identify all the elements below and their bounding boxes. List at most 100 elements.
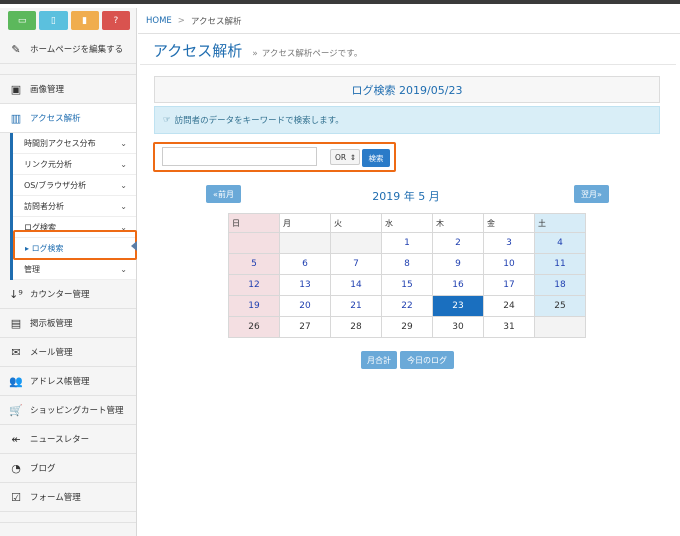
- hand-pointer-icon: ☞: [163, 115, 171, 125]
- calendar-day[interactable]: 19: [228, 295, 280, 317]
- sidebar-item-access[interactable]: ▥ アクセス解析: [0, 104, 136, 133]
- month-total-button[interactable]: 月合計: [361, 351, 397, 369]
- submenu-item-log-search[interactable]: ログ検索 ⌄: [13, 217, 136, 238]
- calendar-day[interactable]: 16: [432, 274, 484, 296]
- submenu-item-referrer[interactable]: リンク元分析 ⌄: [13, 154, 136, 175]
- calendar-week-row: 19 20 21 22 23 24 25: [228, 295, 586, 317]
- sidebar-item-cart[interactable]: 🛒 ショッピングカート管理: [0, 396, 136, 425]
- sidebar-item-image[interactable]: ▣ 画像管理: [0, 75, 136, 104]
- calendar-day[interactable]: 21: [330, 295, 382, 317]
- calendar-day[interactable]: 7: [330, 253, 382, 275]
- calendar-day[interactable]: 22: [381, 295, 433, 317]
- calendar-day[interactable]: 18: [534, 274, 586, 296]
- mobile-icon[interactable]: ▮: [70, 11, 99, 30]
- app-window: ▭ ▯ ▮ ? ✎ ホームページを編集する ▣ 画像管理 ▥ アクセス解析 時間…: [0, 0, 680, 536]
- keyword-search-input[interactable]: [162, 147, 317, 166]
- weekday-header: 金: [483, 213, 535, 233]
- calendar-empty-cell: [279, 232, 331, 254]
- calendar-day[interactable]: 13: [279, 274, 331, 296]
- calendar-day[interactable]: 3: [483, 232, 535, 254]
- breadcrumb-home-link[interactable]: HOME: [146, 16, 172, 26]
- bar-chart-icon: ▥: [10, 111, 22, 125]
- operator-select[interactable]: OR ⇕: [330, 149, 360, 165]
- calendar-day[interactable]: 17: [483, 274, 535, 296]
- sidebar-item-label: 画像管理: [30, 85, 65, 95]
- calendar-day[interactable]: 11: [534, 253, 586, 275]
- calendar-day[interactable]: 4: [534, 232, 586, 254]
- laptop-icon[interactable]: ▭: [8, 11, 37, 30]
- calendar-day: 24: [483, 295, 535, 317]
- weekday-header: 木: [432, 213, 484, 233]
- submenu-item-manage[interactable]: 管理 ⌄: [13, 259, 136, 280]
- today-log-button[interactable]: 今日のログ: [400, 351, 454, 369]
- edit-icon: ✎: [11, 42, 21, 56]
- reply-all-icon: ↞: [11, 432, 21, 446]
- calendar-day[interactable]: 14: [330, 274, 382, 296]
- submenu-label: ログ検索: [24, 222, 56, 232]
- weekday-header: 月: [279, 213, 331, 233]
- search-button[interactable]: 検索: [362, 149, 390, 167]
- calendar-day[interactable]: 12: [228, 274, 280, 296]
- calendar-weekday-row: 日 月 火 水 木 金 土: [228, 213, 586, 233]
- breadcrumb-current: アクセス解析: [190, 16, 242, 27]
- cart-icon: 🛒: [9, 403, 23, 417]
- calendar-day[interactable]: 15: [381, 274, 433, 296]
- calendar-day: 28: [330, 316, 382, 338]
- sidebar-item-counter[interactable]: ↓⁹ カウンター管理: [0, 280, 136, 309]
- breadcrumb: HOME > アクセス解析: [138, 8, 680, 34]
- submenu-item-hourly[interactable]: 時間別アクセス分布 ⌄: [13, 133, 136, 154]
- submenu-label: 訪問者分析: [24, 201, 64, 211]
- chevron-down-icon: ⌄: [120, 201, 127, 211]
- rss-icon: ◔: [11, 461, 21, 475]
- chevron-down-icon: ⌄: [120, 264, 127, 274]
- sidebar-item-label: メール管理: [30, 348, 73, 358]
- sidebar-item-label: フォーム管理: [30, 493, 81, 503]
- calendar-day[interactable]: 8: [381, 253, 433, 275]
- sidebar-item-blog[interactable]: ◔ ブログ: [0, 454, 136, 483]
- submenu-item-visitor[interactable]: 訪問者分析 ⌄: [13, 196, 136, 217]
- calendar-month-label: 2019 年 5 月: [372, 190, 440, 203]
- calendar-day[interactable]: 9: [432, 253, 484, 275]
- next-month-button[interactable]: 翌月»: [574, 185, 609, 203]
- sidebar-divider: [0, 512, 136, 523]
- operator-select-value: OR: [335, 152, 347, 162]
- sidebar-item-bbs[interactable]: ▤ 掲示板管理: [0, 309, 136, 338]
- calendar-week-row: 5 6 7 8 9 10 11: [228, 253, 586, 275]
- sidebar-item-label: アドレス帳管理: [30, 377, 90, 387]
- sidebar-item-edit-home[interactable]: ✎ ホームページを編集する: [0, 35, 136, 64]
- calendar-day[interactable]: 10: [483, 253, 535, 275]
- current-item-pointer: [131, 241, 137, 251]
- weekday-header: 火: [330, 213, 382, 233]
- sidebar-item-label: ショッピングカート管理: [30, 406, 124, 416]
- tablet-icon[interactable]: ▯: [39, 11, 68, 30]
- calendar-day: 30: [432, 316, 484, 338]
- sidebar-item-label: ニュースレター: [30, 435, 90, 445]
- chevron-down-icon: ⌄: [120, 159, 127, 169]
- calendar-week-row: 1 2 3 4: [228, 232, 586, 254]
- help-icon[interactable]: ?: [101, 11, 130, 30]
- page-title: アクセス解析: [153, 42, 243, 60]
- list-alt-icon: ▤: [10, 316, 22, 330]
- weekday-header: 日: [228, 213, 280, 233]
- select-arrows-icon: ⇕: [349, 152, 356, 162]
- submenu-label: リンク元分析: [24, 159, 72, 169]
- calendar-day: 31: [483, 316, 535, 338]
- sidebar-item-form[interactable]: ☑ フォーム管理: [0, 483, 136, 512]
- calendar-day: 27: [279, 316, 331, 338]
- envelope-icon: ✉: [11, 345, 21, 359]
- prev-month-button[interactable]: «前月: [206, 185, 241, 203]
- calendar-day[interactable]: 2: [432, 232, 484, 254]
- calendar-day: 26: [228, 316, 280, 338]
- submenu-label: 時間別アクセス分布: [24, 138, 96, 148]
- chevron-down-icon: ⌄: [120, 180, 127, 190]
- calendar-day-today[interactable]: 23: [432, 295, 484, 317]
- sidebar-item-mail[interactable]: ✉ メール管理: [0, 338, 136, 367]
- submenu-item-log-search-current[interactable]: ▸ ログ検索: [13, 238, 136, 259]
- calendar-day[interactable]: 20: [279, 295, 331, 317]
- calendar-day[interactable]: 1: [381, 232, 433, 254]
- calendar-day[interactable]: 5: [228, 253, 280, 275]
- calendar-day[interactable]: 6: [279, 253, 331, 275]
- sidebar-item-newsletter[interactable]: ↞ ニュースレター: [0, 425, 136, 454]
- sidebar-item-address[interactable]: 👥 アドレス帳管理: [0, 367, 136, 396]
- submenu-item-os-browser[interactable]: OS/ブラウザ分析 ⌄: [13, 175, 136, 196]
